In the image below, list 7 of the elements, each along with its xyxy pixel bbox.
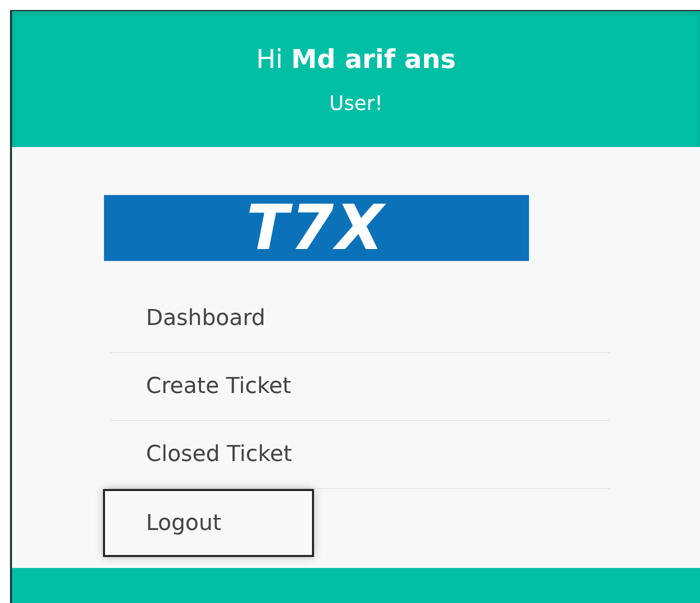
greeting-text: Hi Md arif ans [256,44,456,76]
logo[interactable]: T7X [104,195,528,261]
menu-item[interactable]: Create Ticket [110,353,610,421]
menu-item[interactable]: Closed Ticket [110,421,610,489]
menu-item[interactable]: Dashboard [110,285,610,353]
role-text: User! [329,90,383,116]
menu-item[interactable]: Logout [103,489,314,557]
